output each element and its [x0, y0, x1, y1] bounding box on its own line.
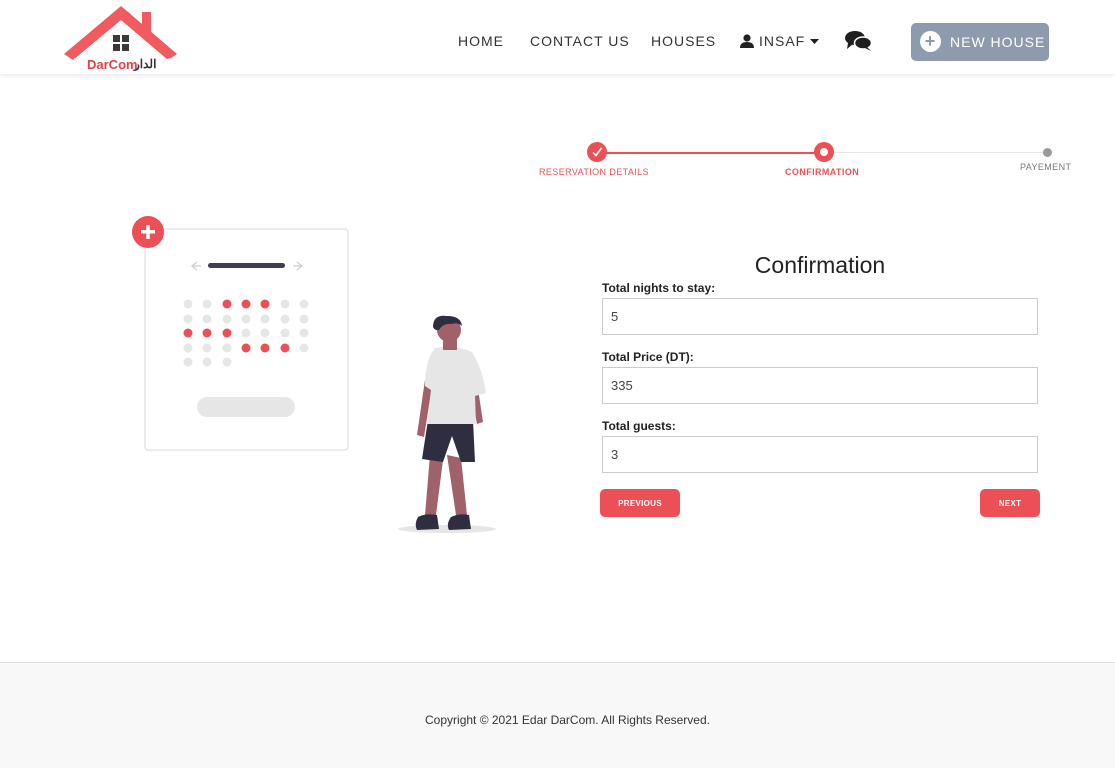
darcom-logo[interactable]: DarCom الدار: [64, 2, 179, 74]
plus-icon: +: [920, 31, 941, 52]
form-title: Confirmation: [754, 252, 886, 278]
check-icon: [592, 147, 603, 157]
step-payement[interactable]: [1043, 148, 1052, 157]
step-reservation-details[interactable]: [587, 142, 607, 162]
step-label-payement: PAYEMENT: [1020, 162, 1072, 172]
chat-icon[interactable]: [845, 30, 872, 52]
step-label-confirmation: CONFIRMATION: [785, 167, 860, 177]
caret-down-icon: [810, 39, 819, 44]
next-button[interactable]: NEXT: [980, 489, 1040, 517]
guests-input[interactable]: [602, 436, 1038, 473]
step-confirmation[interactable]: [814, 142, 834, 162]
footer: Copyright © 2021 Edar DarCom. All Rights…: [0, 662, 1115, 768]
stepper-line-pending: [824, 152, 1047, 153]
price-label: Total Price (DT):: [602, 350, 694, 364]
new-house-button[interactable]: + NEW HOUSE: [911, 23, 1049, 61]
logo-text-latin: DarCom: [87, 57, 138, 72]
nav-home[interactable]: HOME: [458, 33, 504, 49]
calendar-booking-illustration: [132, 216, 496, 533]
copyright-text: Copyright © 2021 Edar DarCom. All Rights…: [425, 713, 710, 727]
new-house-label: NEW HOUSE: [950, 34, 1046, 50]
nav-houses[interactable]: HOUSES: [651, 33, 716, 49]
progress-stepper: RESERVATION DETAILS CONFIRMATION PAYEMEN…: [530, 140, 1090, 190]
nights-input[interactable]: [602, 298, 1038, 335]
price-input[interactable]: [602, 367, 1038, 404]
nights-label: Total nights to stay:: [602, 281, 716, 295]
user-name: INSAF: [759, 33, 806, 49]
step-label-reservation-details: RESERVATION DETAILS: [539, 167, 649, 177]
user-icon: [740, 34, 754, 48]
guests-label: Total guests:: [602, 419, 676, 433]
logo-text-arabic: الدار: [134, 57, 157, 71]
nav-contact-us[interactable]: CONTACT US: [530, 33, 630, 49]
previous-button[interactable]: PREVIOUS: [600, 489, 680, 517]
active-dot-icon: [820, 148, 828, 156]
stepper-line-completed: [597, 152, 824, 154]
navbar: DarCom الدار HOME CONTACT US HOUSES INSA…: [0, 0, 1115, 74]
